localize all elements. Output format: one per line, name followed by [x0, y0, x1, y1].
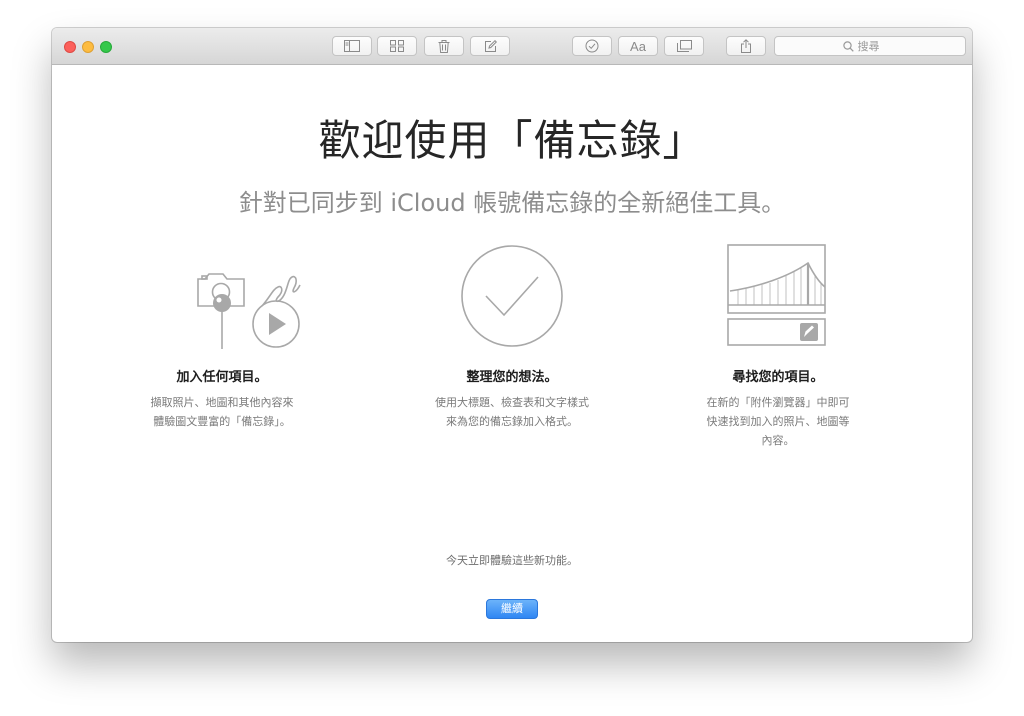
feature-description: 在新的「附件瀏覽器」中即可 快速找到加入的照片、地圖等 內容。 [706, 396, 850, 447]
feature-title: 加入任何項目。 [176, 370, 268, 385]
feature-description: 使用大標題、檢查表和文字樣式 來為您的備忘錄加入格式。 [435, 396, 589, 428]
feature-title: 尋找您的項目。 [732, 370, 824, 385]
feature-find-items: 尋找您的項目。 在新的「附件瀏覽器」中即可 快速找到加入的照片、地圖等 內容。 [658, 233, 898, 450]
new-note-button[interactable] [470, 36, 510, 56]
zoom-window-button[interactable] [100, 41, 112, 53]
attachments-grid-icon [390, 40, 404, 52]
gallery-button[interactable] [664, 36, 704, 56]
share-button[interactable] [726, 36, 766, 56]
close-window-button[interactable] [64, 41, 76, 53]
checklist-button[interactable] [572, 36, 612, 56]
feature-title: 整理您的想法。 [466, 370, 558, 385]
minimize-window-button[interactable] [82, 41, 94, 53]
title-bar: Aa [52, 28, 972, 65]
welcome-title: 歡迎使用「備忘錄」 [318, 116, 706, 165]
welcome-subtitle: 針對已同步到 iCloud 帳號備忘錄的全新絕佳工具。 [238, 189, 786, 217]
search-input[interactable] [857, 39, 898, 53]
search-icon [842, 40, 854, 52]
attachment-browser-icon [658, 233, 898, 353]
trash-icon [438, 39, 450, 53]
checkmark-circle-icon [392, 233, 632, 353]
feature-add-items: 加入任何項目。 擷取照片、地圖和其他內容來 體驗圖文豐富的「備忘錄」。 [102, 233, 342, 431]
format-text-icon: Aa [630, 38, 646, 54]
delete-button[interactable] [424, 36, 464, 56]
share-icon [741, 39, 751, 53]
sidebar-toggle-icon [344, 40, 360, 52]
attachments-grid-button[interactable] [377, 36, 417, 56]
search-field[interactable] [774, 36, 966, 56]
sidebar-toggle-button[interactable] [332, 36, 372, 56]
media-collage-icon [102, 233, 342, 353]
feature-organize: 整理您的想法。 使用大標題、檢查表和文字樣式 來為您的備忘錄加入格式。 [392, 233, 632, 431]
feature-description: 擷取照片、地圖和其他內容來 體驗圖文豐富的「備忘錄」。 [150, 396, 294, 428]
format-button[interactable]: Aa [618, 36, 658, 56]
notes-window: Aa 歡迎使用「備忘錄」 針對已同步到 iCloud 帳號備忘錄的全新絕佳 [52, 28, 972, 642]
checklist-icon [585, 39, 599, 53]
continue-button[interactable]: 繼續 [486, 599, 538, 619]
compose-icon [484, 39, 497, 52]
try-features-text: 今天立即體驗這些新功能。 [446, 554, 578, 567]
gallery-icon [676, 40, 692, 52]
welcome-content: 歡迎使用「備忘錄」 針對已同步到 iCloud 帳號備忘錄的全新絕佳工具。 加入… [52, 65, 972, 642]
